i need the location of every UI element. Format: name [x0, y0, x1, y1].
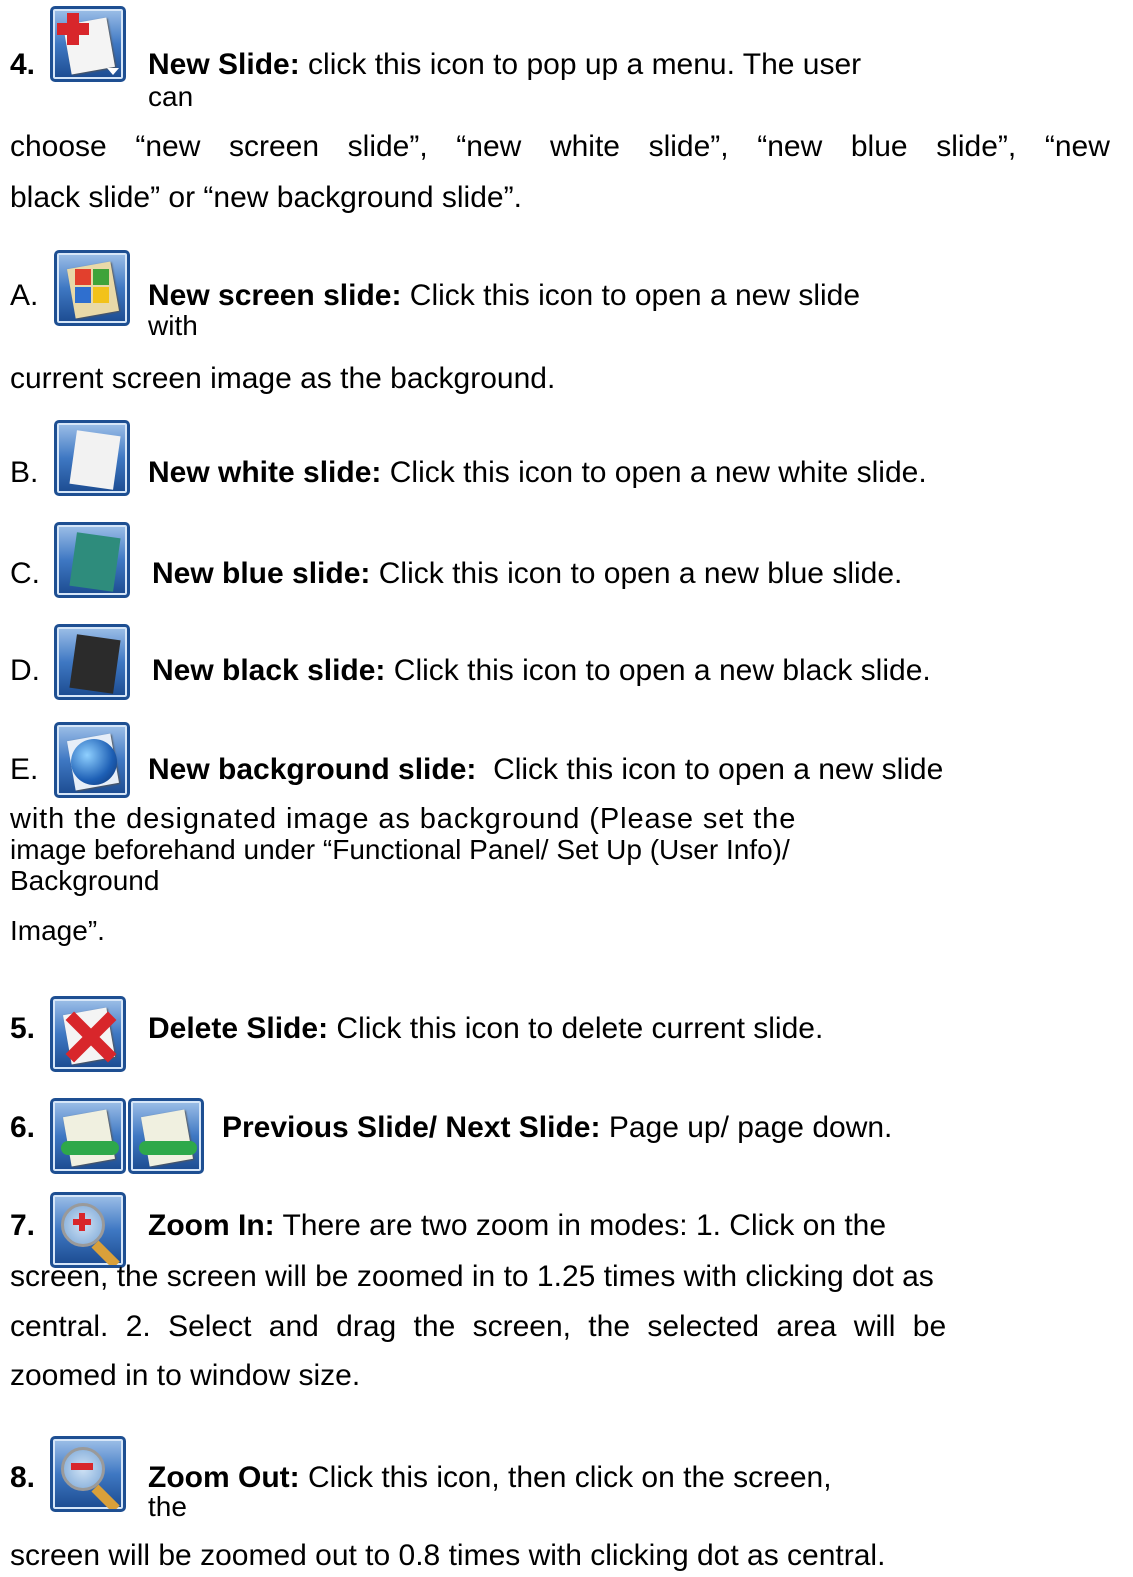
next-slide-icon[interactable] — [128, 1098, 204, 1174]
zoom-out-icon[interactable] — [50, 1436, 126, 1512]
zoom-in-line-4: zoomed in to window size. — [10, 1359, 361, 1392]
item-letter: A. — [10, 279, 39, 312]
zoom-out-text: Click this icon, then click on the scree… — [307, 1461, 832, 1494]
new-slide-line-2: choose “new screen slide”, “new white slide”, “… — [10, 130, 1110, 163]
white-slide-title: New white slide: — [148, 456, 382, 489]
blue-slide-icon[interactable] — [54, 522, 130, 598]
zoom-in-icon[interactable] — [50, 1192, 126, 1268]
item-letter: C. — [10, 557, 40, 590]
blue-slide-line: New blue slide: Click this icon to open … — [152, 557, 902, 590]
zoom-out-wrap: the — [148, 1491, 187, 1522]
white-slide-line: New white slide: Click this icon to open… — [148, 456, 927, 489]
prev-next-text: Page up/ page down. — [608, 1111, 893, 1144]
item-letter: E. — [10, 753, 39, 786]
new-slide-icon[interactable] — [50, 6, 126, 82]
background-slide-line-2: with the designated image as background … — [10, 803, 797, 835]
item-number: 6. — [10, 1111, 36, 1144]
new-slide-wrap: can — [148, 81, 194, 112]
black-slide-icon[interactable] — [54, 624, 130, 700]
zoom-in-line-2: screen, the screen will be zoomed in to … — [10, 1260, 934, 1293]
item-number: 5. — [10, 1012, 36, 1045]
background-slide-line-4: Background — [10, 865, 160, 896]
item-number: 4. — [10, 48, 36, 81]
zoom-out-line-1: Zoom Out: Click this icon, then click on… — [148, 1461, 1012, 1494]
item-letter: B. — [10, 456, 39, 489]
delete-slide-title: Delete Slide: — [148, 1012, 329, 1045]
zoom-in-line-3: central. 2. Select and drag the screen, … — [10, 1310, 947, 1343]
zoom-out-line-2: screen will be zoomed out to 0.8 times w… — [10, 1539, 886, 1572]
background-slide-line-1: New background slide: Click this icon to… — [148, 753, 1050, 786]
blue-slide-title: New blue slide: — [152, 557, 371, 590]
white-slide-text: Click this icon to open a new white slid… — [389, 456, 927, 489]
screen-slide-line-2: current screen image as the background. — [10, 362, 556, 395]
blue-slide-text: Click this icon to open a new blue slide… — [378, 557, 903, 590]
black-slide-text: Click this icon to open a new black slid… — [393, 654, 931, 687]
delete-slide-icon[interactable] — [50, 996, 126, 1072]
globe-icon[interactable] — [54, 722, 130, 798]
prev-next-line: Previous Slide/ Next Slide: Page up/ pag… — [222, 1111, 892, 1144]
black-slide-line: New black slide: Click this icon to open… — [152, 654, 931, 687]
item-letter: D. — [10, 654, 40, 687]
black-slide-title: New black slide: — [152, 654, 386, 687]
screen-slide-line-1: New screen slide: Click this icon to ope… — [148, 279, 1038, 312]
zoom-in-title: Zoom In: — [148, 1209, 275, 1242]
new-slide-line-1: New Slide: click this icon to pop up a m… — [148, 48, 1050, 81]
new-slide-text: click this icon to pop up a menu. The us… — [308, 48, 862, 81]
screen-slide-wrap: with — [148, 310, 198, 341]
delete-slide-line: Delete Slide: Click this icon to delete … — [148, 1012, 823, 1045]
zoom-out-title: Zoom Out: — [148, 1461, 300, 1494]
zoom-in-line-1: Zoom In: There are two zoom in modes: 1.… — [148, 1209, 1092, 1242]
previous-slide-icon[interactable] — [50, 1098, 126, 1174]
background-slide-title: New background slide: — [148, 753, 477, 786]
screen-slide-text: Click this icon to open a new slide — [409, 279, 861, 312]
delete-slide-text: Click this icon to delete current slide. — [336, 1012, 824, 1045]
prev-next-title: Previous Slide/ Next Slide: — [222, 1111, 601, 1144]
background-slide-line-5: Image”. — [10, 915, 105, 946]
item-number: 7. — [10, 1209, 36, 1242]
screen-slide-icon[interactable] — [54, 250, 130, 326]
new-slide-line-3: black slide” or “new background slide”. — [10, 181, 522, 214]
white-slide-icon[interactable] — [54, 420, 130, 496]
item-number: 8. — [10, 1461, 36, 1494]
background-slide-line-3: image beforehand under “Functional Panel… — [10, 834, 790, 865]
screen-slide-title: New screen slide: — [148, 279, 402, 312]
background-slide-text: Click this icon to open a new slide — [493, 753, 944, 786]
new-slide-title: New Slide: — [148, 48, 300, 81]
zoom-in-text: There are two zoom in modes: 1. Click on… — [282, 1209, 887, 1242]
